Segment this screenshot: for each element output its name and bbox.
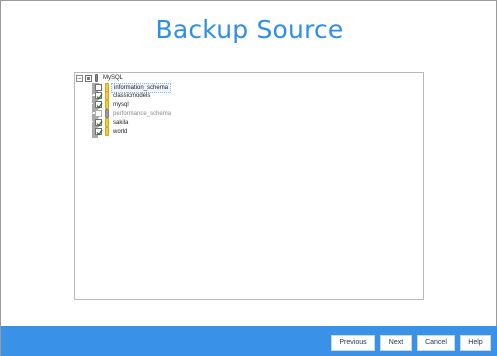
mysql-checkbox[interactable] bbox=[95, 101, 103, 109]
page-title: Backup Source bbox=[155, 15, 344, 44]
tree-root-label: MySQL bbox=[103, 75, 124, 81]
next-button[interactable]: Next bbox=[380, 335, 412, 351]
database-icon bbox=[105, 109, 109, 118]
database-icon bbox=[105, 91, 109, 100]
information-schema-checkbox[interactable] bbox=[95, 84, 102, 91]
database-icon bbox=[105, 127, 109, 136]
previous-button[interactable]: Previous bbox=[331, 335, 375, 351]
help-button[interactable]: Help bbox=[460, 335, 491, 351]
cancel-button[interactable]: Cancel bbox=[417, 335, 455, 351]
tree-item-label: sakila bbox=[113, 120, 129, 126]
tree-item-label: classicmodels bbox=[113, 93, 151, 99]
collapse-icon[interactable]: – bbox=[76, 75, 83, 82]
sakila-checkbox[interactable] bbox=[95, 119, 103, 127]
mysql-root-checkbox[interactable] bbox=[85, 75, 92, 82]
world-checkbox[interactable] bbox=[95, 128, 103, 136]
classicmodels-checkbox[interactable] bbox=[95, 92, 103, 100]
tree-item-label: world bbox=[113, 129, 128, 135]
database-icon bbox=[105, 100, 109, 109]
footer-bar: Previous Next Cancel Help bbox=[1, 326, 497, 356]
performance-schema-checkbox[interactable] bbox=[95, 110, 102, 117]
backup-source-window: Backup Source – MySQL information_schema bbox=[0, 0, 497, 356]
backup-source-tree[interactable]: – MySQL information_schema classicmodels… bbox=[74, 72, 424, 300]
server-icon bbox=[95, 74, 98, 82]
database-icon bbox=[105, 118, 109, 127]
tree-item-label: mysql bbox=[113, 102, 129, 108]
tree-item-label: performance_schema bbox=[113, 111, 172, 117]
